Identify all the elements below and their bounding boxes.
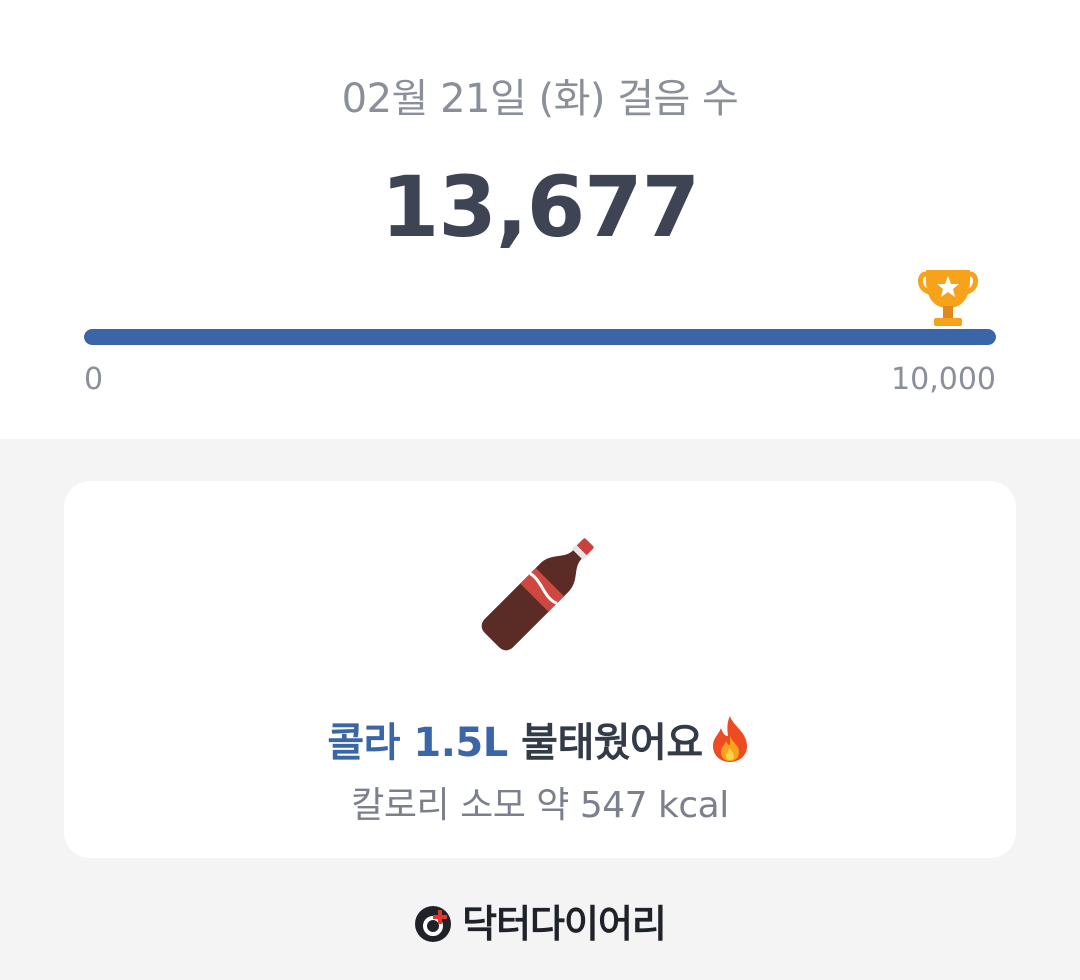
date-title: 02월 21일 (화) 걸음 수 (341, 76, 739, 122)
progress-min-label: 0 (84, 362, 104, 397)
cola-bottle-icon (481, 538, 594, 651)
burned-text: 불태웠어요 (507, 720, 703, 766)
step-progress-bar (84, 329, 996, 345)
progress-max-label: 10,000 (891, 362, 996, 397)
steps-summary-section: 02월 21일 (화) 걸음 수 13,677 0 10,000 (0, 0, 1080, 439)
brand-footer: 닥터다이어리 (0, 893, 1080, 948)
doctor-diary-logo-icon (415, 906, 452, 942)
step-progress-fill (84, 329, 996, 345)
brand-name: 닥터다이어리 (462, 902, 667, 946)
step-count: 13,677 (380, 158, 700, 256)
trophy-icon (918, 270, 978, 326)
calorie-subtitle: 칼로리 소모 약 547 kcal (351, 785, 729, 826)
fire-icon (712, 716, 747, 762)
burned-item-label: 콜라 1.5L (327, 720, 508, 766)
calorie-headline: 콜라 1.5L 불태웠어요 (0, 710, 1080, 768)
